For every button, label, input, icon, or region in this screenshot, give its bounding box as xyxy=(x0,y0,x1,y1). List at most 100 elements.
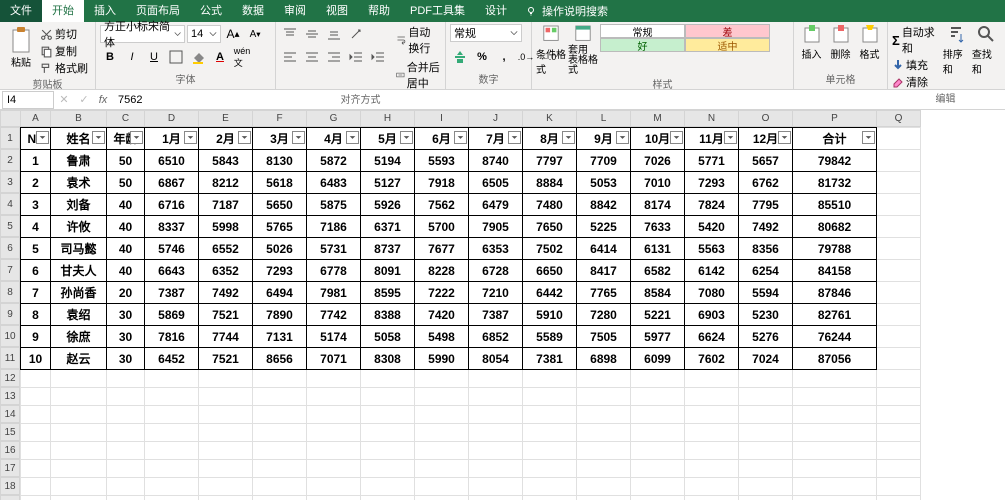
table-cell[interactable]: 5594 xyxy=(739,282,793,304)
cell[interactable] xyxy=(51,442,107,460)
cell[interactable] xyxy=(877,406,921,424)
table-cell[interactable]: 6716 xyxy=(145,194,199,216)
cell[interactable] xyxy=(145,406,199,424)
filter-arrow-icon[interactable] xyxy=(454,131,467,144)
underline-button[interactable]: U xyxy=(144,47,164,67)
table-cell[interactable]: 7824 xyxy=(685,194,739,216)
table-header-cell[interactable]: 2月 xyxy=(199,128,253,150)
cell[interactable] xyxy=(199,406,253,424)
format-painter-button[interactable]: 格式刷 xyxy=(40,60,88,76)
table-cell[interactable]: 7816 xyxy=(145,326,199,348)
table-cell[interactable]: 8417 xyxy=(577,260,631,282)
cell[interactable] xyxy=(361,496,415,500)
table-cell[interactable]: 4 xyxy=(21,216,51,238)
fx-icon[interactable]: fx xyxy=(94,94,112,106)
cell[interactable] xyxy=(145,424,199,442)
tab-view[interactable]: 视图 xyxy=(316,0,358,22)
currency-button[interactable] xyxy=(450,47,470,67)
align-middle-button[interactable] xyxy=(302,24,322,44)
table-cell[interactable]: 6099 xyxy=(631,348,685,370)
font-size-select[interactable]: 14 xyxy=(187,25,221,43)
table-cell[interactable]: 80682 xyxy=(793,216,877,238)
cell[interactable] xyxy=(415,496,469,500)
table-cell[interactable]: 8212 xyxy=(199,172,253,194)
cell[interactable] xyxy=(21,478,51,496)
cell[interactable] xyxy=(685,442,739,460)
cell[interactable] xyxy=(739,370,793,388)
table-header-cell[interactable]: 年龄 xyxy=(107,128,145,150)
table-cell[interactable]: 7918 xyxy=(415,172,469,194)
cell[interactable] xyxy=(793,424,877,442)
wrap-text-button[interactable]: 自动换行 xyxy=(396,24,441,56)
comma-button[interactable]: , xyxy=(494,47,514,67)
table-cell[interactable]: 5593 xyxy=(415,150,469,172)
cell[interactable] xyxy=(523,424,577,442)
table-cell[interactable]: 7210 xyxy=(469,282,523,304)
cell[interactable] xyxy=(469,460,523,478)
cell[interactable] xyxy=(361,424,415,442)
filter-arrow-icon[interactable] xyxy=(130,131,143,144)
cell[interactable] xyxy=(793,496,877,500)
column-header[interactable]: M xyxy=(631,111,685,127)
table-header-cell[interactable]: 9月 xyxy=(577,128,631,150)
table-cell[interactable]: 8884 xyxy=(523,172,577,194)
align-right-button[interactable] xyxy=(324,47,344,67)
cell[interactable] xyxy=(793,460,877,478)
cell[interactable] xyxy=(877,260,921,282)
table-cell[interactable]: 5910 xyxy=(523,304,577,326)
table-cell[interactable]: 7080 xyxy=(685,282,739,304)
column-header[interactable]: P xyxy=(793,111,877,127)
cell[interactable] xyxy=(21,442,51,460)
cell[interactable] xyxy=(51,460,107,478)
table-cell[interactable]: 5731 xyxy=(307,238,361,260)
filter-arrow-icon[interactable] xyxy=(778,131,791,144)
cell[interactable] xyxy=(469,406,523,424)
table-cell[interactable]: 7187 xyxy=(199,194,253,216)
tab-help[interactable]: 帮助 xyxy=(358,0,400,22)
table-cell[interactable]: 7795 xyxy=(739,194,793,216)
format-cells-button[interactable]: 格式 xyxy=(856,24,883,61)
row-header[interactable]: 19 xyxy=(0,495,20,500)
cell[interactable] xyxy=(793,388,877,406)
table-cell[interactable]: 7480 xyxy=(523,194,577,216)
table-cell[interactable]: 40 xyxy=(107,260,145,282)
table-header-cell[interactable]: 11月 xyxy=(685,128,739,150)
cell[interactable] xyxy=(739,442,793,460)
align-top-button[interactable] xyxy=(280,24,300,44)
cell[interactable] xyxy=(415,388,469,406)
table-cell[interactable]: 7293 xyxy=(253,260,307,282)
copy-button[interactable]: 复制 xyxy=(40,43,88,59)
table-header-cell[interactable]: 1月 xyxy=(145,128,199,150)
cell[interactable] xyxy=(469,424,523,442)
table-cell[interactable]: 5174 xyxy=(307,326,361,348)
cell[interactable] xyxy=(51,478,107,496)
table-cell[interactable]: 30 xyxy=(107,348,145,370)
row-header[interactable]: 9 xyxy=(0,303,20,325)
cell[interactable] xyxy=(685,460,739,478)
autosum-button[interactable]: Σ自动求和 xyxy=(892,24,941,56)
align-center-button[interactable] xyxy=(302,47,322,67)
table-cell[interactable]: 5589 xyxy=(523,326,577,348)
find-select-button[interactable]: 查找和 xyxy=(972,24,999,76)
column-header[interactable]: A xyxy=(21,111,51,127)
cell[interactable] xyxy=(199,442,253,460)
table-cell[interactable]: 40 xyxy=(107,194,145,216)
cell[interactable] xyxy=(199,460,253,478)
merge-center-button[interactable]: 合并后居中 xyxy=(396,59,441,91)
table-cell[interactable]: 5498 xyxy=(415,326,469,348)
table-cell[interactable]: 5276 xyxy=(739,326,793,348)
table-cell[interactable]: 6624 xyxy=(685,326,739,348)
table-cell[interactable]: 7420 xyxy=(415,304,469,326)
row-header[interactable]: 16 xyxy=(0,441,20,459)
filter-arrow-icon[interactable] xyxy=(724,131,737,144)
table-cell[interactable]: 85510 xyxy=(793,194,877,216)
table-cell[interactable]: 2 xyxy=(21,172,51,194)
table-cell[interactable]: 8174 xyxy=(631,194,685,216)
filter-arrow-icon[interactable] xyxy=(508,131,521,144)
table-cell[interactable]: 5990 xyxy=(415,348,469,370)
table-cell[interactable]: 7387 xyxy=(469,304,523,326)
table-cell[interactable]: 6650 xyxy=(523,260,577,282)
table-cell[interactable]: 79842 xyxy=(793,150,877,172)
table-cell[interactable]: 7131 xyxy=(253,326,307,348)
table-cell[interactable]: 7280 xyxy=(577,304,631,326)
